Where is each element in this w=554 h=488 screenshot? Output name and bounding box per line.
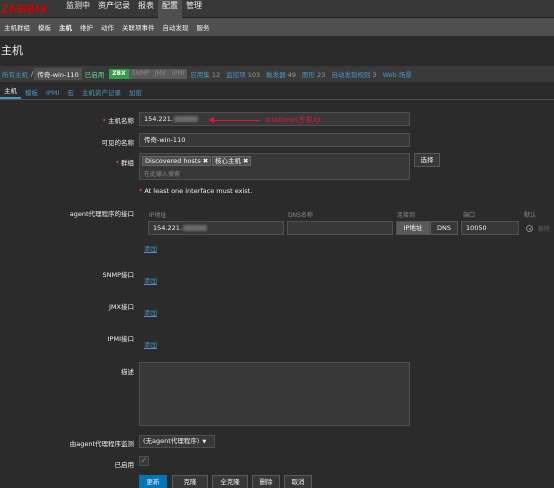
host-breadcrumb-bar: 所有主机 / 传奇-win-110 已启用 ZBX SNMP JMX IPMI … xyxy=(0,66,554,82)
tab-inventory[interactable]: 主机资产记录 xyxy=(78,87,125,99)
interface-error-message: * At least one interface must exist. xyxy=(139,187,253,195)
redacted-blur xyxy=(182,225,207,231)
menu-configuration[interactable]: 配置 xyxy=(158,0,182,18)
col-header-dns: DNS名称 xyxy=(288,212,313,219)
add-ipmi-interface-link[interactable]: 添加 xyxy=(144,339,157,349)
breadcrumb-current-host[interactable]: 传奇-win-110 xyxy=(34,68,82,80)
cancel-button[interactable]: 取消 xyxy=(284,475,312,488)
agent-ip-input[interactable]: 154.221. xyxy=(148,221,284,235)
add-jmx-interface-link[interactable]: 添加 xyxy=(144,307,157,317)
full-clone-button[interactable]: 全克隆 xyxy=(212,475,248,488)
submenu-actions[interactable]: 动作 xyxy=(97,22,118,32)
menu-monitoring[interactable]: 监测中 xyxy=(62,0,94,18)
agent-interfaces-label: agent代理程序的接口 xyxy=(69,210,134,218)
add-agent-interface-link[interactable]: 添加 xyxy=(144,243,157,253)
form-tabs: 主机 模板 IPMI 宏 主机资产记录 加密 xyxy=(0,86,554,100)
availability-badges: ZBX SNMP JMX IPMI xyxy=(109,69,188,79)
tab-encryption[interactable]: 加密 xyxy=(125,87,146,99)
remove-chip-icon[interactable]: ✖ xyxy=(243,157,248,165)
host-form: * 主机名称 154.221. windows主机ip 可见的名称 传奇-win… xyxy=(0,101,554,488)
visible-name-label: 可见的名称 xyxy=(101,139,135,147)
submenu-event-correlation[interactable]: 关联项事件 xyxy=(118,22,159,32)
submenu-discovery[interactable]: 自动发现 xyxy=(159,22,193,32)
main-menu: 监测中 资产记录 报表 配置 管理 xyxy=(62,0,206,18)
redacted-blur xyxy=(173,116,198,122)
annotation-arrow xyxy=(214,120,260,121)
zabbix-logo[interactable]: ZABBIX xyxy=(1,0,47,18)
jmx-availability-badge: JMX xyxy=(151,69,169,79)
menu-inventory[interactable]: 资产记录 xyxy=(94,0,134,18)
tab-host[interactable]: 主机 xyxy=(0,85,21,99)
clone-button[interactable]: 克隆 xyxy=(172,475,208,488)
col-header-default: 默认 xyxy=(524,212,537,219)
host-status-enabled[interactable]: 已启用 xyxy=(82,69,108,79)
menu-reports[interactable]: 报表 xyxy=(134,0,158,18)
col-header-connect-to: 连接到 xyxy=(397,212,416,219)
group-chip-core-hosts[interactable]: 核心主机 ✖ xyxy=(212,156,252,166)
connect-ip-button[interactable]: IP地址 xyxy=(396,221,430,235)
agent-remove-link[interactable]: 移除 xyxy=(538,224,550,233)
default-interface-radio[interactable] xyxy=(526,225,533,232)
connect-dns-button[interactable]: DNS xyxy=(430,221,458,235)
zbx-availability-badge: ZBX xyxy=(109,69,129,79)
delete-button[interactable]: 删除 xyxy=(252,475,280,488)
submenu-host-groups[interactable]: 主机群组 xyxy=(0,22,34,32)
remove-chip-icon[interactable]: ✖ xyxy=(203,157,208,165)
breadcrumb-all-hosts[interactable]: 所有主机 xyxy=(0,69,30,79)
page-title: 主机 xyxy=(1,44,23,57)
snmp-interfaces-label: SNMP接口 xyxy=(102,271,134,279)
link-items[interactable]: 监控项 103 xyxy=(223,69,263,79)
add-snmp-interface-link[interactable]: 添加 xyxy=(144,275,157,285)
link-triggers[interactable]: 触发器 49 xyxy=(263,69,299,79)
chevron-down-icon: ▼ xyxy=(202,439,207,445)
enabled-label: 已启用 xyxy=(114,461,135,469)
groups-multiselect[interactable]: Discovered hosts ✖ 核心主机 ✖ 在此输入搜索 xyxy=(139,153,410,180)
submenu-maintenance[interactable]: 维护 xyxy=(76,22,97,32)
visible-name-input[interactable]: 传奇-win-110 xyxy=(139,133,410,147)
groups-label: * 群组 xyxy=(115,159,134,167)
description-textarea[interactable] xyxy=(139,362,410,426)
jmx-interfaces-label: JMX接口 xyxy=(109,303,134,311)
tab-templates[interactable]: 模板 xyxy=(21,87,42,99)
update-button[interactable]: 更新 xyxy=(139,475,167,488)
link-discovery-rules[interactable]: 自动发现规则 3 xyxy=(328,69,379,79)
host-name-label: * 主机名称 xyxy=(102,117,134,125)
ipmi-interfaces-label: IPMI接口 xyxy=(107,335,134,343)
sub-menu: 主机群组 模板 主机 维护 动作 关联项事件 自动发现 服务 xyxy=(0,18,554,36)
submenu-templates[interactable]: 模板 xyxy=(34,22,55,32)
snmp-availability-badge: SNMP xyxy=(128,69,152,79)
col-header-port: 端口 xyxy=(463,212,476,219)
link-applications[interactable]: 应用集 12 xyxy=(187,69,223,79)
submenu-services[interactable]: 服务 xyxy=(193,22,214,32)
link-web-scenarios[interactable]: Web 场景 xyxy=(380,69,415,79)
groups-search-placeholder[interactable]: 在此输入搜索 xyxy=(144,169,180,178)
col-header-ip: IP地址 xyxy=(149,212,167,219)
proxy-select[interactable]: (无agent代理程序) ▼ xyxy=(139,435,215,448)
tab-ipmi[interactable]: IPMI xyxy=(42,89,63,99)
group-chip-discovered-hosts[interactable]: Discovered hosts ✖ xyxy=(142,156,212,166)
submenu-hosts[interactable]: 主机 xyxy=(55,22,76,32)
annotation-text: windows主机ip xyxy=(265,115,321,124)
ipmi-availability-badge: IPMI xyxy=(168,69,188,79)
menu-administration[interactable]: 管理 xyxy=(182,0,206,18)
top-navigation-bar: ZABBIX 监测中 资产记录 报表 配置 管理 xyxy=(0,0,554,18)
proxy-label: 由agent代理程序监测 xyxy=(69,440,134,448)
select-groups-button[interactable]: 选择 xyxy=(414,153,440,167)
enabled-checkbox[interactable]: ✓ xyxy=(139,456,149,466)
tab-macros[interactable]: 宏 xyxy=(63,87,78,99)
description-label: 描述 xyxy=(121,368,134,376)
agent-port-input[interactable]: 10050 xyxy=(461,221,519,235)
agent-dns-input[interactable] xyxy=(287,221,393,235)
link-graphs[interactable]: 图形 23 xyxy=(299,69,328,79)
